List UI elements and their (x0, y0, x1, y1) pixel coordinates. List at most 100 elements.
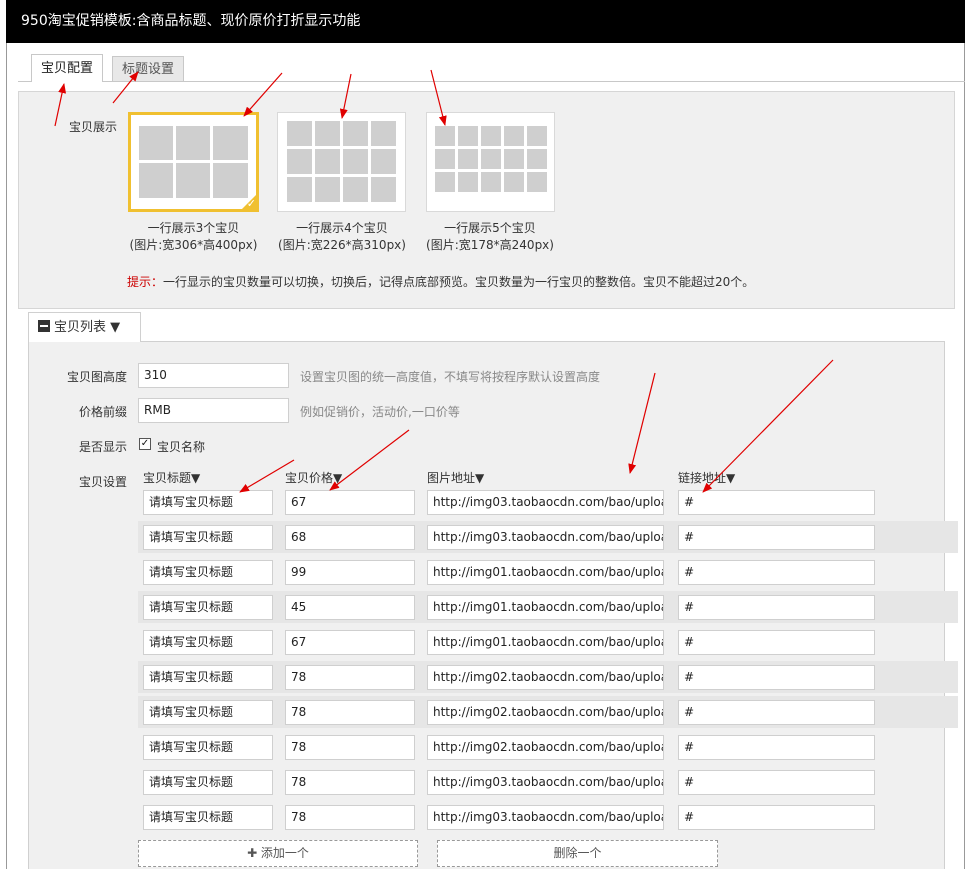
item-title-input[interactable]: 请填写宝贝标题 (143, 735, 273, 760)
grid-cell (458, 149, 478, 169)
item-link-input[interactable]: # (678, 525, 875, 550)
grid-cell (139, 163, 173, 198)
item-price-input[interactable]: 78 (285, 700, 415, 725)
item-title-input[interactable]: 请填写宝贝标题 (143, 805, 273, 830)
window-title: 950淘宝促销模板:含商品标题、现价原价打折显示功能 (6, 0, 965, 43)
grid-cell (435, 172, 455, 192)
item-link-input[interactable]: # (678, 805, 875, 830)
add-item-button[interactable]: ✚ 添加一个 (138, 840, 418, 867)
grid-cell (287, 149, 312, 174)
item-link-input[interactable]: # (678, 560, 875, 585)
item-settings-label: 宝贝设置 (79, 475, 128, 489)
display-label: 宝贝展示 (69, 120, 118, 134)
image-height-hint: 设置宝贝图的统一高度值，不填写将按程序默认设置高度 (300, 370, 601, 384)
layout-caption: 一行展示5个宝贝 (444, 221, 536, 235)
item-list-toggle[interactable]: 宝贝列表 ▼ (28, 312, 141, 342)
item-image-url-input[interactable]: http://img01.taobaocdn.com/bao/upload (427, 630, 664, 655)
item-image-url-input[interactable]: http://img02.taobaocdn.com/bao/upload (427, 665, 664, 690)
tab-title-settings[interactable]: 标题设置 (112, 56, 185, 81)
layout-caption: 一行展示3个宝贝 (147, 221, 240, 235)
show-name-label: 宝贝名称 (157, 440, 206, 454)
item-price-input[interactable]: 68 (285, 525, 415, 550)
grid-cell (527, 149, 547, 169)
column-header-image[interactable]: 图片地址▼ (427, 469, 484, 486)
layout-option-4-caption: 一行展示4个宝贝 (图片:宽226*高310px) (272, 220, 412, 254)
grid-cell (176, 163, 210, 198)
grid-cell (504, 172, 524, 192)
item-image-url-input[interactable]: http://img03.taobaocdn.com/bao/upload (427, 770, 664, 795)
price-prefix-input[interactable]: RMB (138, 398, 289, 423)
grid-cell (481, 172, 501, 192)
item-image-url-input[interactable]: http://img03.taobaocdn.com/bao/upload (427, 490, 664, 515)
grid-cell (527, 172, 547, 192)
item-price-input[interactable]: 78 (285, 735, 415, 760)
grid-cell (481, 149, 501, 169)
layout-size: (图片:宽226*高310px) (278, 238, 406, 252)
grid-cell (139, 126, 173, 160)
tab-item-config[interactable]: 宝贝配置 (31, 54, 104, 82)
item-image-url-input[interactable]: http://img01.taobaocdn.com/bao/upload (427, 595, 664, 620)
grid-cell (371, 177, 396, 202)
item-title-input[interactable]: 请填写宝贝标题 (143, 770, 273, 795)
grid-cell (315, 121, 340, 146)
item-link-input[interactable]: # (678, 595, 875, 620)
column-header-link[interactable]: 链接地址▼ (678, 469, 735, 486)
layout-size: (图片:宽306*高400px) (129, 238, 258, 252)
image-height-label: 宝贝图高度 (67, 370, 128, 384)
column-header-price[interactable]: 宝贝价格▼ (285, 469, 342, 486)
grid-cell (371, 121, 396, 146)
item-title-input[interactable]: 请填写宝贝标题 (143, 525, 273, 550)
item-title-input[interactable]: 请填写宝贝标题 (143, 490, 273, 515)
grid-cell (458, 172, 478, 192)
item-title-input[interactable]: 请填写宝贝标题 (143, 595, 273, 620)
layout-option-3-caption: 一行展示3个宝贝 (图片:宽306*高400px) (128, 220, 259, 254)
grid-cell (504, 149, 524, 169)
grid-cell (435, 149, 455, 169)
tip-body: 一行显示的宝贝数量可以切换，切换后，记得点底部预览。宝贝数量为一行宝贝的整数倍。… (163, 275, 755, 289)
item-image-url-input[interactable]: http://img02.taobaocdn.com/bao/upload (427, 700, 664, 725)
image-height-input[interactable]: 310 (138, 363, 289, 388)
item-title-input[interactable]: 请填写宝贝标题 (143, 665, 273, 690)
item-price-input[interactable]: 78 (285, 665, 415, 690)
grid-cell (343, 121, 368, 146)
price-prefix-label: 价格前缀 (79, 405, 128, 419)
item-link-input[interactable]: # (678, 700, 875, 725)
grid-cell (504, 126, 524, 146)
item-price-input[interactable]: 45 (285, 595, 415, 620)
item-price-input[interactable]: 99 (285, 560, 415, 585)
item-image-url-input[interactable]: http://img03.taobaocdn.com/bao/upload (427, 525, 664, 550)
item-title-input[interactable]: 请填写宝贝标题 (143, 630, 273, 655)
grid-cell (343, 149, 368, 174)
item-link-input[interactable]: # (678, 770, 875, 795)
show-name-checkbox[interactable]: ✓ (139, 438, 151, 450)
tip-text: 提示：一行显示的宝贝数量可以切换，切换后，记得点底部预览。宝贝数量为一行宝贝的整… (127, 273, 754, 290)
delete-item-button[interactable]: 删除一个 (437, 840, 718, 867)
item-link-input[interactable]: # (678, 735, 875, 760)
grid-cell (287, 121, 312, 146)
layout-caption: 一行展示4个宝贝 (296, 221, 388, 235)
item-price-input[interactable]: 67 (285, 630, 415, 655)
grid-cell (176, 126, 210, 160)
item-price-input[interactable]: 78 (285, 770, 415, 795)
item-title-input[interactable]: 请填写宝贝标题 (143, 700, 273, 725)
item-link-input[interactable]: # (678, 490, 875, 515)
layout-option-5-caption: 一行展示5个宝贝 (图片:宽178*高240px) (420, 220, 560, 254)
item-price-input[interactable]: 78 (285, 805, 415, 830)
layout-option-5[interactable] (426, 112, 555, 212)
item-image-url-input[interactable]: http://img02.taobaocdn.com/bao/upload (427, 735, 664, 760)
grid-cell (458, 126, 478, 146)
item-title-input[interactable]: 请填写宝贝标题 (143, 560, 273, 585)
item-link-input[interactable]: # (678, 665, 875, 690)
grid-cell (527, 126, 547, 146)
layout-option-4[interactable] (277, 112, 406, 212)
item-image-url-input[interactable]: http://img01.taobaocdn.com/bao/upload (427, 560, 664, 585)
grid-cell (481, 126, 501, 146)
collapse-icon (38, 320, 50, 332)
item-image-url-input[interactable]: http://img03.taobaocdn.com/bao/upload (427, 805, 664, 830)
grid-cell (315, 149, 340, 174)
item-link-input[interactable]: # (678, 630, 875, 655)
item-price-input[interactable]: 67 (285, 490, 415, 515)
layout-option-3[interactable]: ✓ (128, 112, 259, 212)
column-header-title[interactable]: 宝贝标题▼ (143, 469, 200, 486)
grid-cell (343, 177, 368, 202)
